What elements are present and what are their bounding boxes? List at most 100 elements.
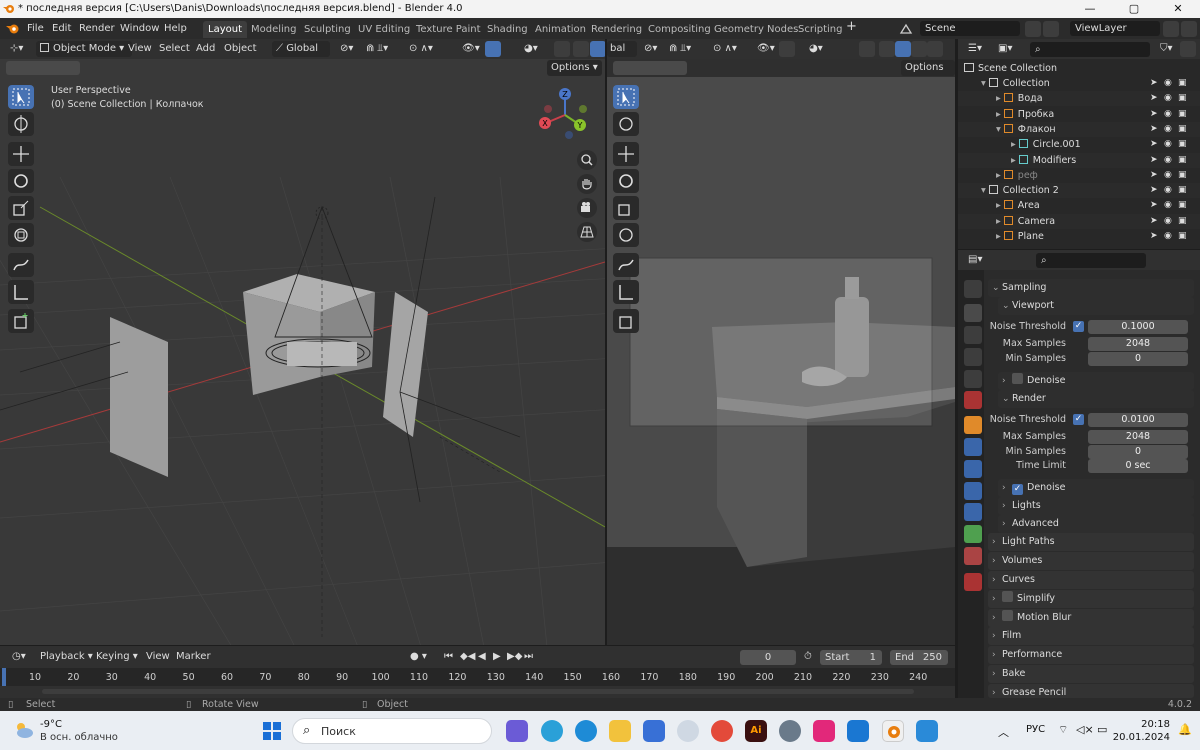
- blender-taskbar-icon[interactable]: [882, 720, 904, 742]
- tab-geometry-nodes[interactable]: Geometry Nodes: [709, 21, 803, 38]
- move-tool[interactable]: [8, 142, 34, 166]
- illustrator-icon[interactable]: Ai: [745, 720, 767, 742]
- close-button[interactable]: ✕: [1156, 0, 1200, 18]
- camera-render-icon[interactable]: ▣: [1178, 168, 1187, 183]
- select-arrow-icon[interactable]: ➤: [1150, 153, 1158, 168]
- annotate-right-tool[interactable]: [613, 253, 639, 277]
- subsection-viewport[interactable]: ⌄ Viewport: [998, 297, 1194, 315]
- tab-animation[interactable]: Animation: [530, 21, 591, 38]
- annotate-tool[interactable]: [8, 253, 34, 277]
- edge-icon[interactable]: [575, 720, 597, 742]
- section-simplify[interactable]: › Simplify: [988, 590, 1194, 608]
- section-volumes[interactable]: › Volumes: [988, 552, 1194, 570]
- rendered-shading-icon[interactable]: [927, 41, 943, 57]
- outliner-row[interactable]: ▾ Флакон ➤ ◉ ▣: [958, 121, 1200, 137]
- section-light-paths[interactable]: › Light Paths: [988, 533, 1194, 551]
- outliner-row[interactable]: ▾ Collection 2 ➤ ◉ ▣: [958, 183, 1200, 199]
- select-arrow-icon[interactable]: ➤: [1150, 76, 1158, 91]
- timeline-scrollbar[interactable]: [42, 689, 914, 694]
- tab-layout[interactable]: Layout: [203, 21, 247, 38]
- pan-hand-icon[interactable]: [577, 174, 597, 194]
- measure-right-tool[interactable]: [613, 280, 639, 304]
- select-mode-icons[interactable]: [6, 61, 80, 75]
- outliner-search-input[interactable]: ⌕: [1030, 42, 1150, 57]
- scene-tab-icon[interactable]: [964, 370, 982, 388]
- camera-render-icon[interactable]: ▣: [1178, 229, 1187, 244]
- scene-selector[interactable]: Scene: [920, 21, 1020, 36]
- editor-type-icon[interactable]: ⊹▾: [6, 41, 30, 57]
- menu-add[interactable]: Add: [192, 41, 219, 57]
- mode-selector[interactable]: Object Mode ▾: [36, 41, 132, 57]
- menu-select[interactable]: Select: [155, 41, 194, 57]
- select-arrow-icon[interactable]: ➤: [1150, 183, 1158, 198]
- chevron-down-icon[interactable]: ▾: [996, 124, 1004, 135]
- camera-view-icon[interactable]: [577, 198, 597, 218]
- file-explorer-icon[interactable]: [609, 720, 631, 742]
- playhead[interactable]: [2, 668, 6, 686]
- overlay-icon[interactable]: ◕▾: [520, 41, 542, 57]
- camera-render-icon[interactable]: ▣: [1178, 153, 1187, 168]
- start-frame-field[interactable]: Start 1: [820, 650, 882, 665]
- end-frame-field[interactable]: End 250: [890, 650, 948, 665]
- outliner-editor-icon[interactable]: ☰▾: [964, 41, 986, 57]
- camera-render-icon[interactable]: ▣: [1178, 183, 1187, 198]
- camera-render-icon[interactable]: ▣: [1178, 198, 1187, 213]
- pivot-icon[interactable]: ⊘▾: [336, 41, 357, 57]
- tab-rendering[interactable]: Rendering: [586, 21, 647, 38]
- pivot-right-icon[interactable]: ⊘▾: [640, 41, 661, 57]
- wireframe-right-icon[interactable]: [879, 41, 895, 57]
- viewport-left[interactable]: User Perspective (0) Scene Collection | …: [0, 77, 605, 645]
- tab-sculpting[interactable]: Sculpting: [299, 21, 356, 38]
- subsection-render[interactable]: ⌄ Render: [998, 390, 1194, 408]
- vp-noise-checkbox[interactable]: ✓: [1073, 321, 1084, 332]
- visibility-toggles[interactable]: ➤ ◉ ▣: [1146, 109, 1194, 120]
- eye-icon[interactable]: ◉: [1164, 122, 1172, 137]
- minimize-button[interactable]: —: [1068, 0, 1112, 18]
- eye-icon[interactable]: ◉: [1164, 107, 1172, 122]
- store-icon[interactable]: [643, 720, 665, 742]
- menu-object[interactable]: Object: [220, 41, 261, 57]
- chevron-right-icon[interactable]: ▸: [996, 200, 1004, 211]
- xray-icon[interactable]: [554, 41, 570, 57]
- weather-cloud-icon[interactable]: [12, 720, 34, 740]
- snap-right-icon[interactable]: ⋒ ⫫▾: [665, 41, 695, 57]
- eye-icon[interactable]: ◉: [1164, 198, 1172, 213]
- outliner-row[interactable]: ▸ Modifiers ➤ ◉ ▣: [958, 152, 1200, 168]
- select-arrow-icon[interactable]: ➤: [1150, 107, 1158, 122]
- material-tab-icon[interactable]: [964, 547, 982, 565]
- menu-keying[interactable]: Keying ▾: [92, 649, 142, 665]
- weather-temp[interactable]: -9°C: [40, 719, 62, 730]
- physics-tab-icon[interactable]: [964, 482, 982, 500]
- transform-orientation[interactable]: ⟋ Global ▾: [272, 41, 330, 70]
- section-checkbox[interactable]: [1002, 591, 1013, 602]
- visibility-toggles[interactable]: ➤ ◉ ▣: [1146, 155, 1194, 166]
- current-frame-field[interactable]: 0: [740, 650, 796, 665]
- select-arrow-icon[interactable]: ➤: [1150, 198, 1158, 213]
- vp-max-field[interactable]: 2048: [1088, 337, 1188, 351]
- xray-right-icon[interactable]: [859, 41, 875, 57]
- section-motion-blur[interactable]: › Motion Blur: [988, 609, 1194, 627]
- chevron-right-icon[interactable]: ▸: [996, 231, 1004, 242]
- eye-icon[interactable]: ◉: [1164, 229, 1172, 244]
- jump-end-icon[interactable]: ⏭: [520, 649, 537, 665]
- add-cube-right-tool[interactable]: [613, 309, 639, 333]
- chevron-right-icon[interactable]: ▸: [1011, 155, 1019, 166]
- menu-playback[interactable]: Playback ▾: [36, 649, 97, 665]
- properties-editor-icon[interactable]: ▤▾: [964, 252, 986, 268]
- select-mode-right-icons[interactable]: [613, 61, 687, 75]
- tray-chevron-up-icon[interactable]: ︿: [998, 724, 1009, 740]
- chrome-icon[interactable]: [711, 720, 733, 742]
- visibility-toggles[interactable]: ➤ ◉ ▣: [1146, 93, 1194, 104]
- transform-orientation-right[interactable]: bal: [607, 41, 637, 57]
- outliner-row[interactable]: ▾ Collection ➤ ◉ ▣: [958, 76, 1200, 91]
- visibility-toggles[interactable]: ➤ ◉ ▣: [1146, 216, 1194, 227]
- r-max-field[interactable]: 2048: [1088, 430, 1188, 444]
- outliner-row[interactable]: ▸ Вода ➤ ◉ ▣: [958, 91, 1200, 107]
- select-arrow-icon[interactable]: ➤: [1150, 168, 1158, 183]
- select-arrow-icon[interactable]: ➤: [1150, 229, 1158, 244]
- r-noise-field[interactable]: 0.0100: [1088, 413, 1188, 427]
- new-collection-icon[interactable]: [1180, 41, 1196, 57]
- photos-icon[interactable]: [916, 720, 938, 742]
- select-arrow-icon[interactable]: ➤: [1150, 214, 1158, 229]
- solid-shading-icon[interactable]: [590, 41, 606, 57]
